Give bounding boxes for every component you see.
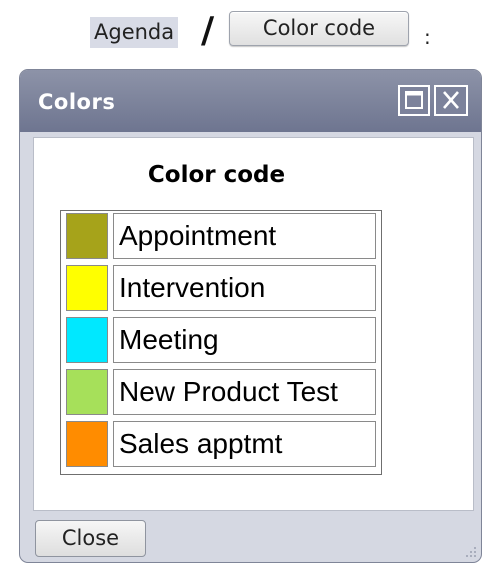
legend-row-meeting: Meeting: [64, 315, 378, 365]
close-button[interactable]: Close: [35, 520, 146, 557]
colors-dialog: Colors Color code Appointment Interventi…: [19, 69, 482, 563]
color-swatch: [66, 317, 108, 363]
legend-label: Appointment: [113, 213, 376, 259]
maximize-icon: [405, 91, 423, 109]
legend-title: Color code: [147, 162, 286, 188]
legend-label: Meeting: [113, 317, 376, 363]
close-window-button[interactable]: [434, 85, 468, 116]
close-icon: [443, 91, 459, 109]
breadcrumb-separator: /: [201, 10, 215, 51]
breadcrumb: Agenda / Color code :: [0, 0, 485, 66]
legend-label: New Product Test: [113, 369, 376, 415]
legend-label: Intervention: [113, 265, 376, 311]
legend-row-new-product-test: New Product Test: [64, 367, 378, 417]
resize-grip-icon[interactable]: [463, 544, 477, 558]
legend-label: Sales apptmt: [113, 421, 376, 467]
legend-row-intervention: Intervention: [64, 263, 378, 313]
dialog-title: Colors: [38, 90, 116, 114]
breadcrumb-trailing-colon: :: [424, 25, 431, 49]
color-swatch: [66, 265, 108, 311]
color-code-button[interactable]: Color code: [229, 11, 409, 46]
color-swatch: [66, 369, 108, 415]
dialog-content: Color code Appointment Intervention Meet…: [33, 137, 474, 511]
legend-row-appointment: Appointment: [64, 211, 378, 261]
legend-table: Appointment Intervention Meeting New Pro…: [60, 210, 382, 475]
color-swatch: [66, 421, 108, 467]
legend-row-sales-apptmt: Sales apptmt: [64, 419, 378, 469]
breadcrumb-agenda[interactable]: Agenda: [90, 17, 179, 48]
dialog-titlebar[interactable]: Colors: [20, 70, 481, 132]
color-swatch: [66, 213, 108, 259]
maximize-button[interactable]: [398, 85, 430, 116]
